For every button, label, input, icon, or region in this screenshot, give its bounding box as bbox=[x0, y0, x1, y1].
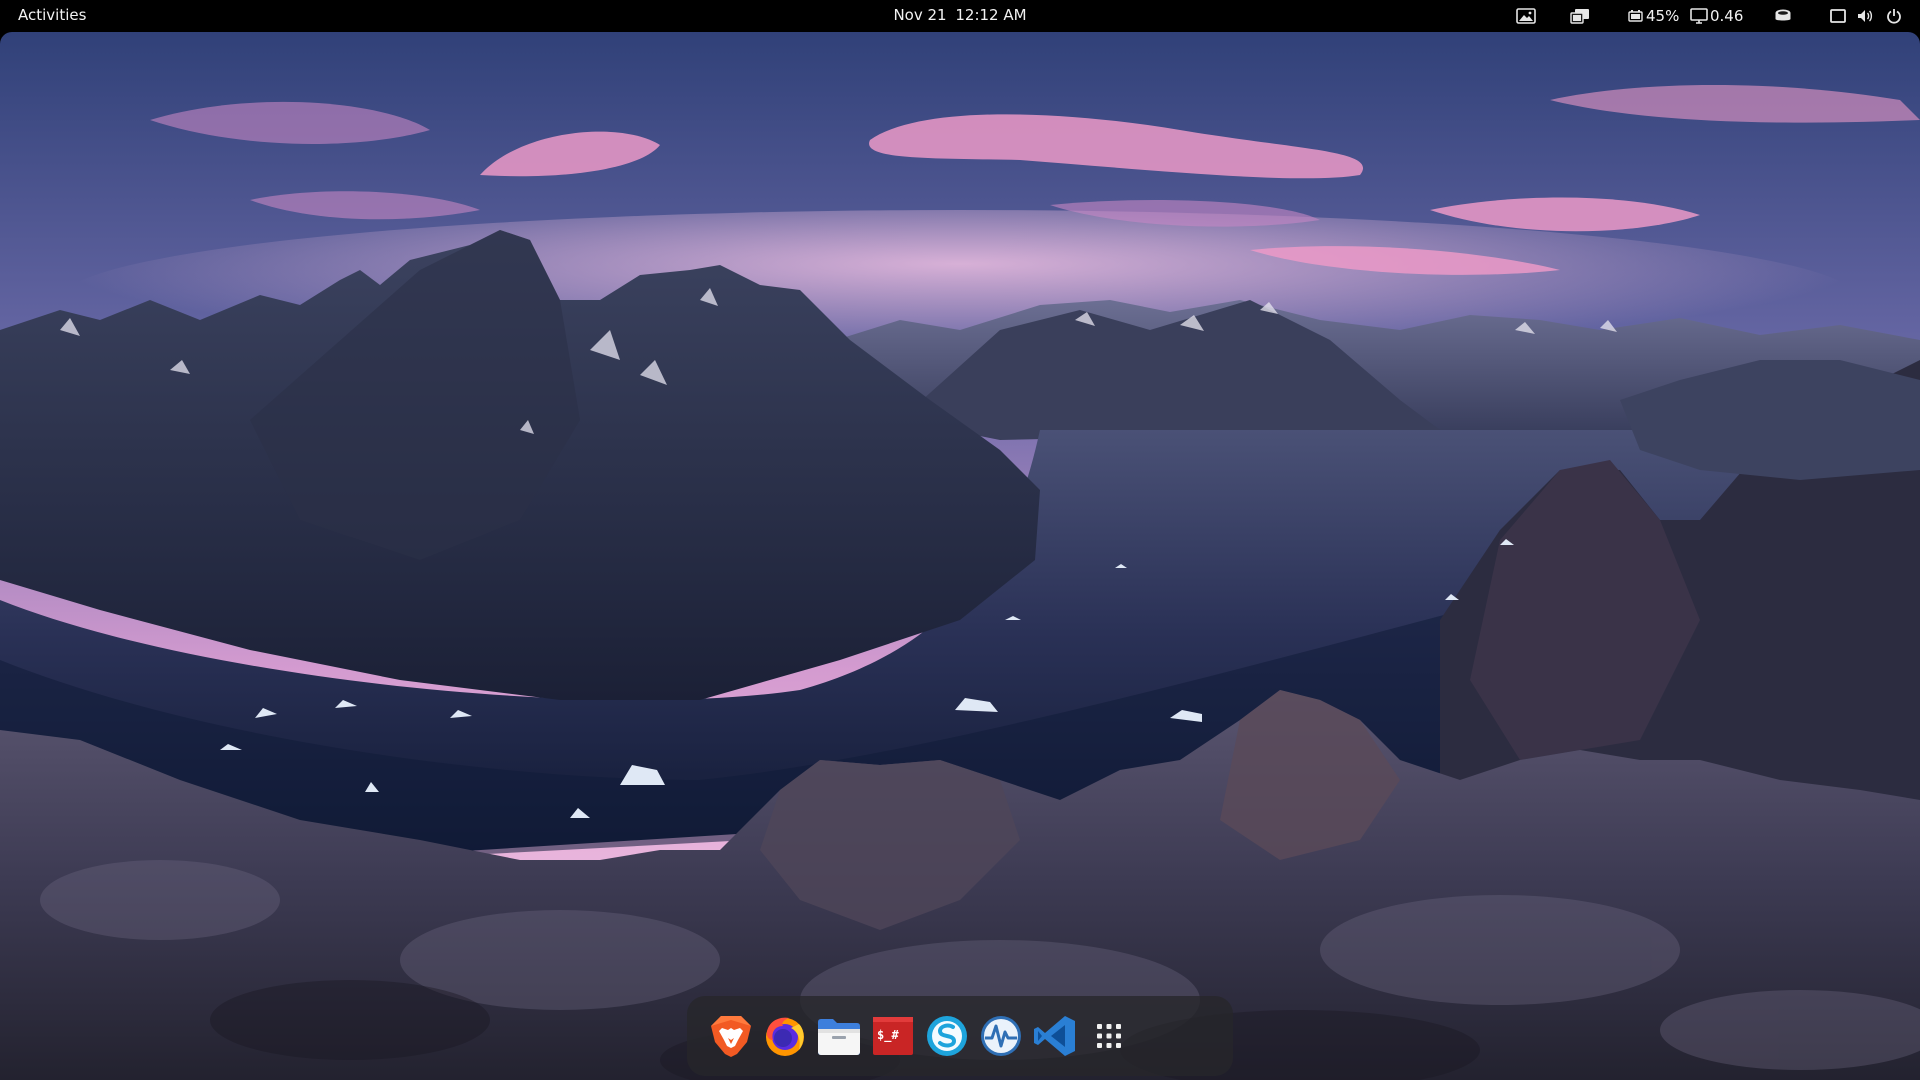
power-icon bbox=[1887, 9, 1901, 24]
window-icon bbox=[1830, 9, 1846, 23]
drive-icon bbox=[1775, 9, 1791, 21]
terminal-icon: $_# bbox=[873, 1017, 913, 1055]
cast-indicator[interactable] bbox=[1570, 0, 1590, 32]
dock-app-terminal[interactable]: $_# bbox=[866, 1009, 920, 1063]
clock-time: 12:12 AM bbox=[955, 6, 1027, 24]
firefox-icon bbox=[766, 1017, 804, 1056]
battery-percent: 45% bbox=[1646, 7, 1680, 25]
vscode-icon bbox=[1034, 1016, 1075, 1056]
system-monitor-icon bbox=[981, 1016, 1021, 1056]
mountain-fjord-wallpaper bbox=[0, 0, 1920, 1080]
dock-show-applications-button[interactable] bbox=[1082, 1009, 1136, 1063]
dock-app-skype[interactable] bbox=[920, 1009, 974, 1063]
system-load-indicator[interactable]: 0.46 bbox=[1690, 0, 1743, 32]
dock-app-system-monitor[interactable] bbox=[974, 1009, 1028, 1063]
battery-icon bbox=[1628, 10, 1643, 22]
clock-button[interactable]: Nov 21 12:12 AM bbox=[880, 0, 1040, 32]
monitor-load-icon bbox=[1690, 8, 1708, 24]
terminal-glyph: $_# bbox=[877, 1028, 899, 1043]
screen-corner-left bbox=[0, 32, 12, 44]
drive-indicator[interactable] bbox=[1774, 0, 1792, 32]
battery-indicator[interactable]: 45% bbox=[1628, 0, 1679, 32]
skype-icon bbox=[927, 1016, 967, 1056]
dock-app-firefox[interactable] bbox=[758, 1009, 812, 1063]
top-bar: Activities Nov 21 12:12 AM 45% 0.46 bbox=[0, 0, 1920, 32]
image-viewer-indicator[interactable] bbox=[1516, 0, 1536, 32]
dock-app-vscode[interactable] bbox=[1028, 1009, 1082, 1063]
power-indicator[interactable] bbox=[1886, 0, 1902, 32]
window-indicator[interactable] bbox=[1830, 0, 1846, 32]
load-value: 0.46 bbox=[1710, 7, 1744, 25]
dock-app-files[interactable] bbox=[812, 1009, 866, 1063]
desktop: Activities Nov 21 12:12 AM 45% 0.46 $_# bbox=[0, 0, 1920, 1080]
brave-lion-icon bbox=[711, 1016, 751, 1057]
clock-date: Nov 21 bbox=[893, 6, 947, 24]
activities-button[interactable]: Activities bbox=[10, 0, 94, 32]
volume-icon bbox=[1858, 10, 1873, 22]
volume-indicator[interactable] bbox=[1857, 0, 1873, 32]
folder-icon bbox=[818, 1019, 860, 1055]
dock: $_# bbox=[687, 996, 1233, 1076]
cast-icon bbox=[1570, 9, 1589, 24]
screen-corner-right bbox=[1908, 32, 1920, 44]
app-grid-icon bbox=[1097, 1024, 1121, 1048]
image-viewer-icon bbox=[1516, 8, 1536, 24]
dock-app-brave[interactable] bbox=[704, 1009, 758, 1063]
